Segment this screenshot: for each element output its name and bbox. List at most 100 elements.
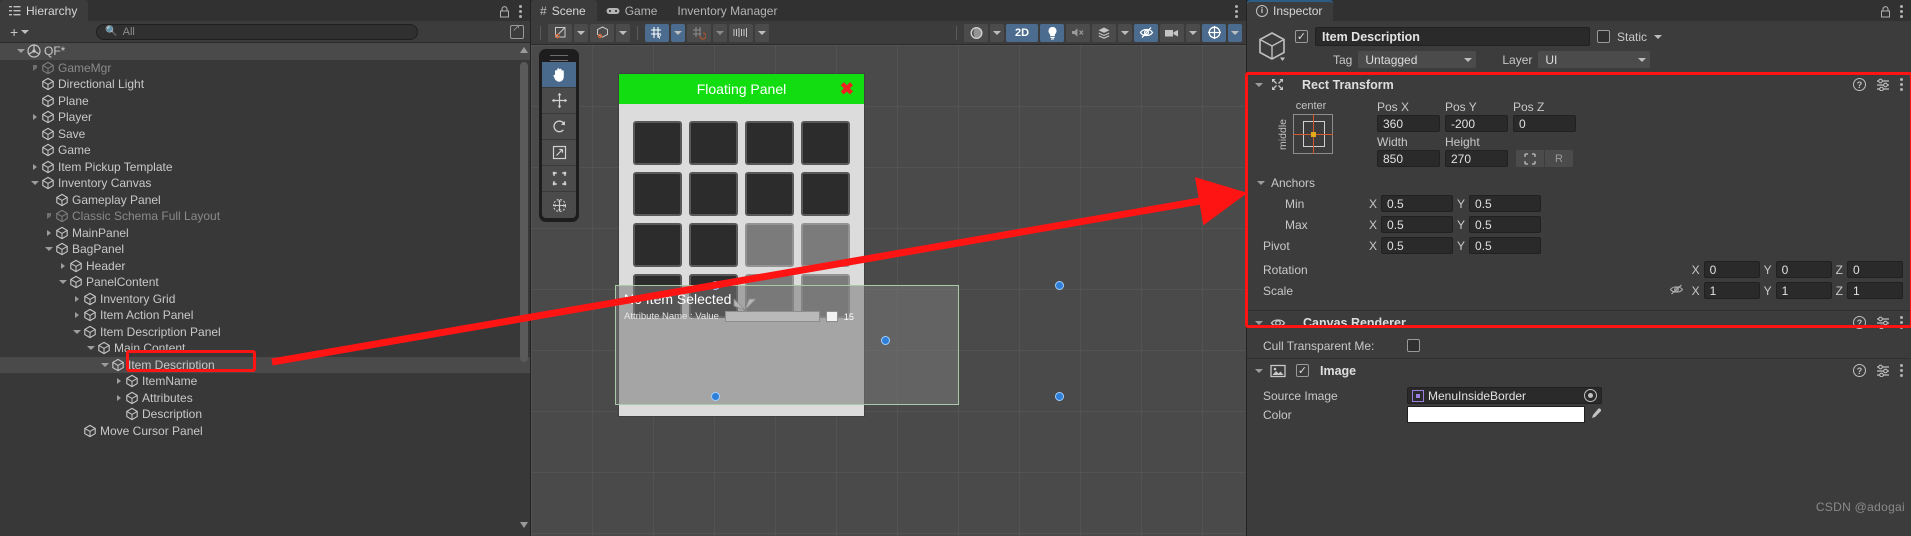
inventory-slot[interactable]: [801, 121, 850, 165]
tag-dropdown[interactable]: Untagged: [1358, 51, 1477, 68]
anchor-max-x-field[interactable]: 0.5: [1381, 216, 1454, 233]
inventory-slot[interactable]: [633, 223, 682, 267]
grid-snap-button[interactable]: [687, 23, 711, 42]
collapse-triangle-icon[interactable]: [1255, 320, 1263, 325]
tab-hierarchy[interactable]: Hierarchy: [0, 0, 89, 21]
wireframe-mode-button[interactable]: [590, 23, 614, 42]
tab-inspector[interactable]: i Inspector: [1247, 0, 1334, 21]
width-field[interactable]: 850: [1377, 150, 1440, 167]
lock-icon[interactable]: [499, 5, 510, 18]
inventory-slot[interactable]: [745, 172, 794, 216]
rotation-x-field[interactable]: 0: [1703, 261, 1760, 278]
expand-toggle[interactable]: [14, 49, 27, 54]
raw-edit-button[interactable]: R: [1545, 150, 1573, 167]
pos-y-field[interactable]: -200: [1445, 115, 1508, 132]
gameobject-enabled-checkbox[interactable]: ✓: [1295, 30, 1308, 43]
grid-visibility-button[interactable]: Y: [645, 23, 669, 42]
inventory-slot[interactable]: [745, 121, 794, 165]
hierarchy-row[interactable]: ItemName: [0, 373, 530, 390]
selection-handle-bottom-right[interactable]: [1055, 392, 1064, 401]
help-icon[interactable]: ?: [1853, 316, 1866, 329]
scale-y-field[interactable]: 1: [1775, 282, 1832, 299]
layer-dropdown[interactable]: UI: [1538, 51, 1651, 68]
hierarchy-row[interactable]: PanelContent: [0, 274, 530, 291]
tab-inventory-manager[interactable]: Inventory Manager: [668, 0, 788, 21]
rotation-y-field[interactable]: 0: [1775, 261, 1832, 278]
hierarchy-row[interactable]: Inventory Grid: [0, 291, 530, 308]
hierarchy-row[interactable]: MainPanel: [0, 225, 530, 242]
pivot-y-field[interactable]: 0.5: [1469, 237, 1542, 254]
audio-toggle-button[interactable]: [1066, 23, 1090, 42]
hierarchy-row[interactable]: Description: [0, 406, 530, 423]
rect-tool[interactable]: [542, 166, 576, 192]
hierarchy-scroll-thumb[interactable]: [520, 62, 528, 362]
expand-toggle[interactable]: [98, 362, 111, 367]
expand-toggle[interactable]: [112, 378, 125, 385]
inspector-menu-icon[interactable]: [1900, 5, 1903, 18]
wireframe-mode-dropdown[interactable]: [616, 23, 630, 42]
hand-tool[interactable]: [542, 62, 576, 88]
scroll-down-arrow[interactable]: [519, 519, 529, 534]
selection-handle-bottom-left[interactable]: [711, 392, 720, 401]
hierarchy-expand-icon[interactable]: [510, 23, 524, 39]
grid-snap-dropdown[interactable]: [713, 23, 727, 42]
hierarchy-search-input[interactable]: 🔍 All: [96, 23, 419, 40]
expand-toggle[interactable]: [28, 181, 41, 186]
expand-toggle[interactable]: [28, 64, 41, 71]
scale-tool[interactable]: [542, 140, 576, 166]
fx-toggle-button[interactable]: [1092, 23, 1116, 42]
hierarchy-menu-icon[interactable]: [519, 5, 522, 18]
toggle-2d-button[interactable]: 2D: [1006, 23, 1038, 42]
inventory-slot[interactable]: [801, 172, 850, 216]
expand-toggle[interactable]: [70, 329, 83, 334]
hierarchy-row[interactable]: Save: [0, 126, 530, 143]
hierarchy-row[interactable]: Plane: [0, 93, 530, 110]
inventory-slot[interactable]: [801, 223, 850, 267]
hierarchy-row[interactable]: Classic Schema Full Layout: [0, 208, 530, 225]
collapse-triangle-icon[interactable]: [1255, 82, 1263, 87]
scene-camera-mode-dropdown[interactable]: [990, 23, 1004, 42]
scene-view[interactable]: Floating Panel ✖ No Item Selected Attrib…: [531, 45, 1246, 536]
inventory-slot[interactable]: [633, 121, 682, 165]
cull-transparent-checkbox[interactable]: ✓: [1407, 339, 1420, 352]
snap-increment-button[interactable]: [729, 23, 753, 42]
preset-icon[interactable]: [1876, 78, 1890, 91]
scale-x-field[interactable]: 1: [1703, 282, 1760, 299]
hierarchy-row[interactable]: Move Cursor Panel: [0, 423, 530, 440]
gameobject-name-field[interactable]: Item Description: [1315, 27, 1590, 46]
hierarchy-row[interactable]: Item Action Panel: [0, 307, 530, 324]
fx-dropdown[interactable]: [1118, 23, 1132, 42]
anchors-collapse-icon[interactable]: [1257, 180, 1265, 185]
constrain-proportions-icon[interactable]: [1669, 283, 1684, 299]
grid-dropdown[interactable]: [671, 23, 685, 42]
anchor-min-x-field[interactable]: 0.5: [1381, 195, 1454, 212]
hierarchy-row[interactable]: BagPanel: [0, 241, 530, 258]
preset-icon[interactable]: [1876, 316, 1890, 329]
eyedropper-icon[interactable]: [1589, 407, 1602, 423]
help-icon[interactable]: ?: [1853, 78, 1866, 91]
scale-z-field[interactable]: 1: [1847, 282, 1903, 299]
hierarchy-row[interactable]: Game: [0, 142, 530, 159]
transform-tool[interactable]: [542, 192, 576, 218]
preset-icon[interactable]: [1876, 364, 1890, 377]
pos-z-field[interactable]: 0: [1513, 115, 1576, 132]
hierarchy-row[interactable]: Main Content: [0, 340, 530, 357]
expand-toggle[interactable]: [42, 247, 55, 252]
gizmos-toggle-button[interactable]: [1202, 23, 1226, 42]
expand-toggle[interactable]: [112, 394, 125, 401]
lock-icon[interactable]: [1880, 5, 1891, 18]
gizmos-dropdown[interactable]: [1228, 23, 1242, 42]
expand-toggle[interactable]: [70, 295, 83, 302]
component-menu-icon[interactable]: [1900, 364, 1903, 377]
scroll-up-arrow[interactable]: [519, 44, 529, 56]
expand-toggle[interactable]: [84, 346, 97, 351]
hierarchy-row[interactable]: Directional Light: [0, 76, 530, 93]
hierarchy-tree[interactable]: QF* GameMgr Directional Light Plane Player Sa…: [0, 43, 530, 536]
tab-scene[interactable]: # Scene: [531, 0, 597, 21]
source-image-field[interactable]: MenuInsideBorder: [1407, 387, 1602, 404]
collapse-triangle-icon[interactable]: [1255, 368, 1263, 373]
shaded-mode-button[interactable]: [548, 23, 572, 42]
rotation-z-field[interactable]: 0: [1847, 261, 1903, 278]
snap-increment-dropdown[interactable]: [755, 23, 769, 42]
anchor-preset-widget[interactable]: [1293, 114, 1333, 154]
